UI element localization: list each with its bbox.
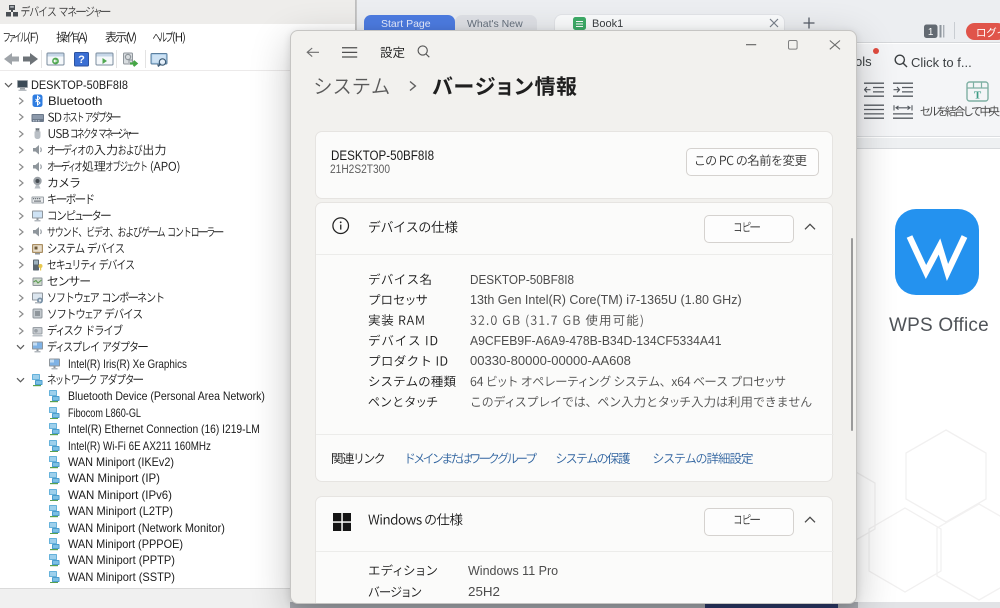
svg-text:?: ? <box>78 54 85 66</box>
svg-text:T: T <box>974 90 982 102</box>
svg-text:1: 1 <box>928 27 934 38</box>
